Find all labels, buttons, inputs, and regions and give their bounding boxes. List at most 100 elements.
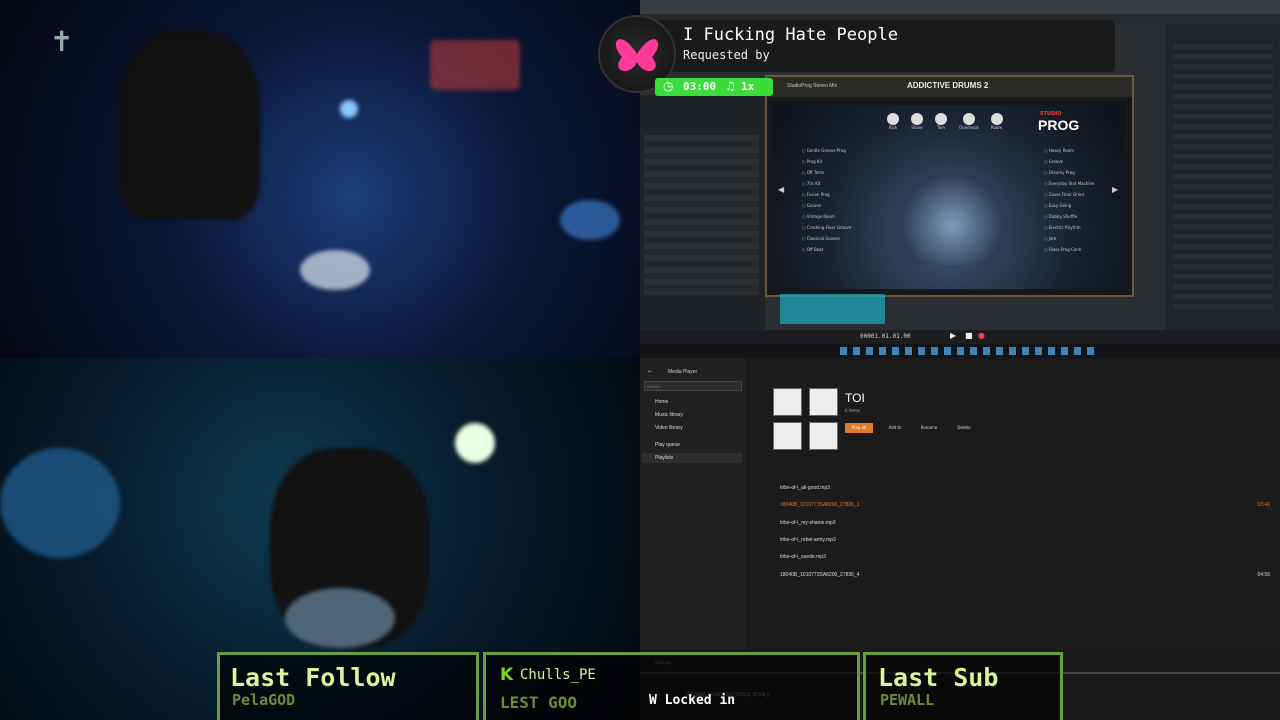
timecode: 00001.01.01.00 xyxy=(860,333,911,340)
midi-clip[interactable] xyxy=(780,294,885,324)
windows-taskbar[interactable] xyxy=(640,344,1280,358)
track-row[interactable]: tribe-of-i_all-good.mp3 xyxy=(780,485,1270,495)
preset-item[interactable]: ○ Classical Groove xyxy=(802,233,882,244)
preset-item[interactable]: ○ Jam xyxy=(1044,233,1124,244)
preset-item[interactable]: ○ Groove xyxy=(1044,156,1124,167)
nav-home[interactable]: Home xyxy=(655,399,668,405)
preset-label: Groove xyxy=(806,203,822,208)
delete-button[interactable]: Delete xyxy=(950,423,978,433)
track-row[interactable]: tribe-of-i_suede.mp3 xyxy=(780,554,1270,564)
nav-music-library[interactable]: Music library xyxy=(655,412,683,418)
preset-item[interactable]: ○ Vintage Room xyxy=(802,211,882,222)
egg-lamp xyxy=(455,423,495,463)
preset-label: Groove xyxy=(1048,159,1064,164)
preset-item[interactable]: ○ Heavy Room xyxy=(1044,145,1124,156)
preset-item[interactable]: ○ Dreamy Prog xyxy=(1044,167,1124,178)
back-arrow-icon[interactable]: ← xyxy=(648,369,652,375)
nav-video-library[interactable]: Video library xyxy=(655,425,683,431)
preset-label: Classical Groove xyxy=(806,236,840,241)
prev-arrow-icon[interactable]: ◀ xyxy=(778,185,784,194)
preset-item[interactable]: ○ Dubby Shuffle xyxy=(1044,211,1124,222)
preset-label: Everyday Slot Machine xyxy=(1048,181,1095,186)
track-rows[interactable] xyxy=(644,135,759,295)
requested-by: Requested by xyxy=(683,48,770,62)
record-icon[interactable]: ● xyxy=(978,331,985,340)
album-art-1 xyxy=(773,388,802,416)
last-sub-label: Last Sub xyxy=(878,663,999,692)
playlist-view: TOI 6 items Play all Add to Rename Delet… xyxy=(745,358,1280,650)
light-sparkle xyxy=(340,100,358,118)
search-input[interactable] xyxy=(644,381,742,391)
next-arrow-icon[interactable]: ▶ xyxy=(1112,185,1118,194)
browser-list[interactable] xyxy=(1173,44,1273,314)
last-follow-panel: Last Follow PelaGOD xyxy=(217,652,479,720)
play-icon[interactable]: ▶ xyxy=(950,331,956,340)
preset-item[interactable]: ○ Electric Rhythm xyxy=(1044,222,1124,233)
browser-panel[interactable] xyxy=(1165,24,1280,330)
preset-label: Fusion Prog xyxy=(806,192,830,197)
knob-snare[interactable]: Snare xyxy=(911,113,923,130)
preset-item[interactable]: ○ 70s Kit xyxy=(802,178,882,189)
track-row[interactable]: 18040B_1010773SA8200_27836_4 04:56 xyxy=(780,572,1270,582)
preset-item[interactable]: ○ Easy Going xyxy=(1044,200,1124,211)
preset-item[interactable]: ○ Prog Kit xyxy=(802,156,882,167)
preset-label: Vintage Room xyxy=(806,214,835,219)
preset-label: Jam xyxy=(1048,236,1057,241)
track-row-playing[interactable]: 18040B_1010773SA8200_27836_1 03:46 xyxy=(780,502,1270,512)
stop-icon[interactable]: ■ xyxy=(965,331,973,340)
last-follow-label: Last Follow xyxy=(230,663,396,692)
track-row[interactable]: tribe-of-i_my-shame.mp3 xyxy=(780,520,1270,530)
nav-playlists[interactable]: Playlists xyxy=(655,455,673,461)
kit-title: PROG xyxy=(1038,117,1080,133)
preset-item[interactable]: ○ Gentle Groove Prog xyxy=(802,145,882,156)
album-art-2 xyxy=(809,388,838,416)
knob-tom[interactable]: Tom xyxy=(935,113,947,130)
album-art-4 xyxy=(809,422,838,450)
knob-kick[interactable]: Kick xyxy=(887,113,899,130)
knob-overhead[interactable]: Overhead xyxy=(959,113,979,130)
preset-label: Dubby Shuffle xyxy=(1048,214,1078,219)
wall-poster xyxy=(430,40,520,90)
music-note-icon: ♫ xyxy=(725,79,736,93)
addictive-drums-plugin: StudioProg Stereo Mix ADDICTIVE DRUMS 2 … xyxy=(765,75,1134,297)
nav-play-queue[interactable]: Play queue xyxy=(655,442,680,448)
laptop-screen xyxy=(0,448,120,558)
preset-label: Cover Floor Grind xyxy=(1048,192,1084,197)
preset-item[interactable]: ○ Off Toms xyxy=(802,167,882,178)
track-row[interactable]: tribe-of-i_rebel-army.mp3 xyxy=(780,537,1270,547)
cymbal xyxy=(560,200,620,240)
media-sidebar: ← Media Player Home Music library Video … xyxy=(640,358,745,650)
preset-item[interactable]: ○ Groove xyxy=(802,200,882,211)
chat-username: Chulls_PE xyxy=(520,667,596,683)
preset-label: Prog Kit xyxy=(806,159,823,164)
transport-bar[interactable]: 00001.01.01.00 ▶ ■ ● xyxy=(640,330,1280,344)
rename-button[interactable]: Rename xyxy=(915,423,943,433)
webcam-drummer-front: ✝ xyxy=(0,0,640,358)
preset-item[interactable]: ○ Fusion Prog xyxy=(802,189,882,200)
knob-room[interactable]: Room xyxy=(990,113,1003,130)
right-preset-list: ○ Heavy Room ○ Groove ○ Dreamy Prog ○ Every… xyxy=(1044,145,1124,255)
preset-label: Cracking Floor Groove xyxy=(806,225,852,230)
preset-label: Off Toms xyxy=(806,170,825,175)
preset-item[interactable]: ○ Glass Prog Conn xyxy=(1044,244,1124,255)
daw-menubar[interactable] xyxy=(640,0,1280,14)
last-follow-name: PelaGOD xyxy=(232,691,296,709)
song-speed: 1x xyxy=(741,80,755,93)
taskbar-icons[interactable] xyxy=(840,347,1100,355)
track-list[interactable] xyxy=(640,95,765,330)
album-art-3 xyxy=(773,422,802,450)
clock-icon: ◷ xyxy=(663,79,674,93)
preset-label: Electric Rhythm xyxy=(1048,225,1081,230)
preset-label: Glass Prog Conn xyxy=(1048,247,1082,252)
preset-item[interactable]: ○ Off Beat xyxy=(802,244,882,255)
kick-icon: K xyxy=(500,665,514,685)
preset-name[interactable]: StudioProg Stereo Mix xyxy=(787,83,837,89)
add-to-button[interactable]: Add to xyxy=(881,423,909,433)
last-sub-panel: Last Sub PEWALL xyxy=(863,652,1063,720)
last-sub-name: PEWALL xyxy=(880,691,935,709)
play-all-button[interactable]: Play all xyxy=(845,423,873,433)
song-timer: 03:00 xyxy=(683,80,717,93)
preset-item[interactable]: ○ Cracking Floor Groove xyxy=(802,222,882,233)
chat-badge: W Locked in xyxy=(649,693,736,708)
preset-label: Dreamy Prog xyxy=(1048,170,1075,175)
